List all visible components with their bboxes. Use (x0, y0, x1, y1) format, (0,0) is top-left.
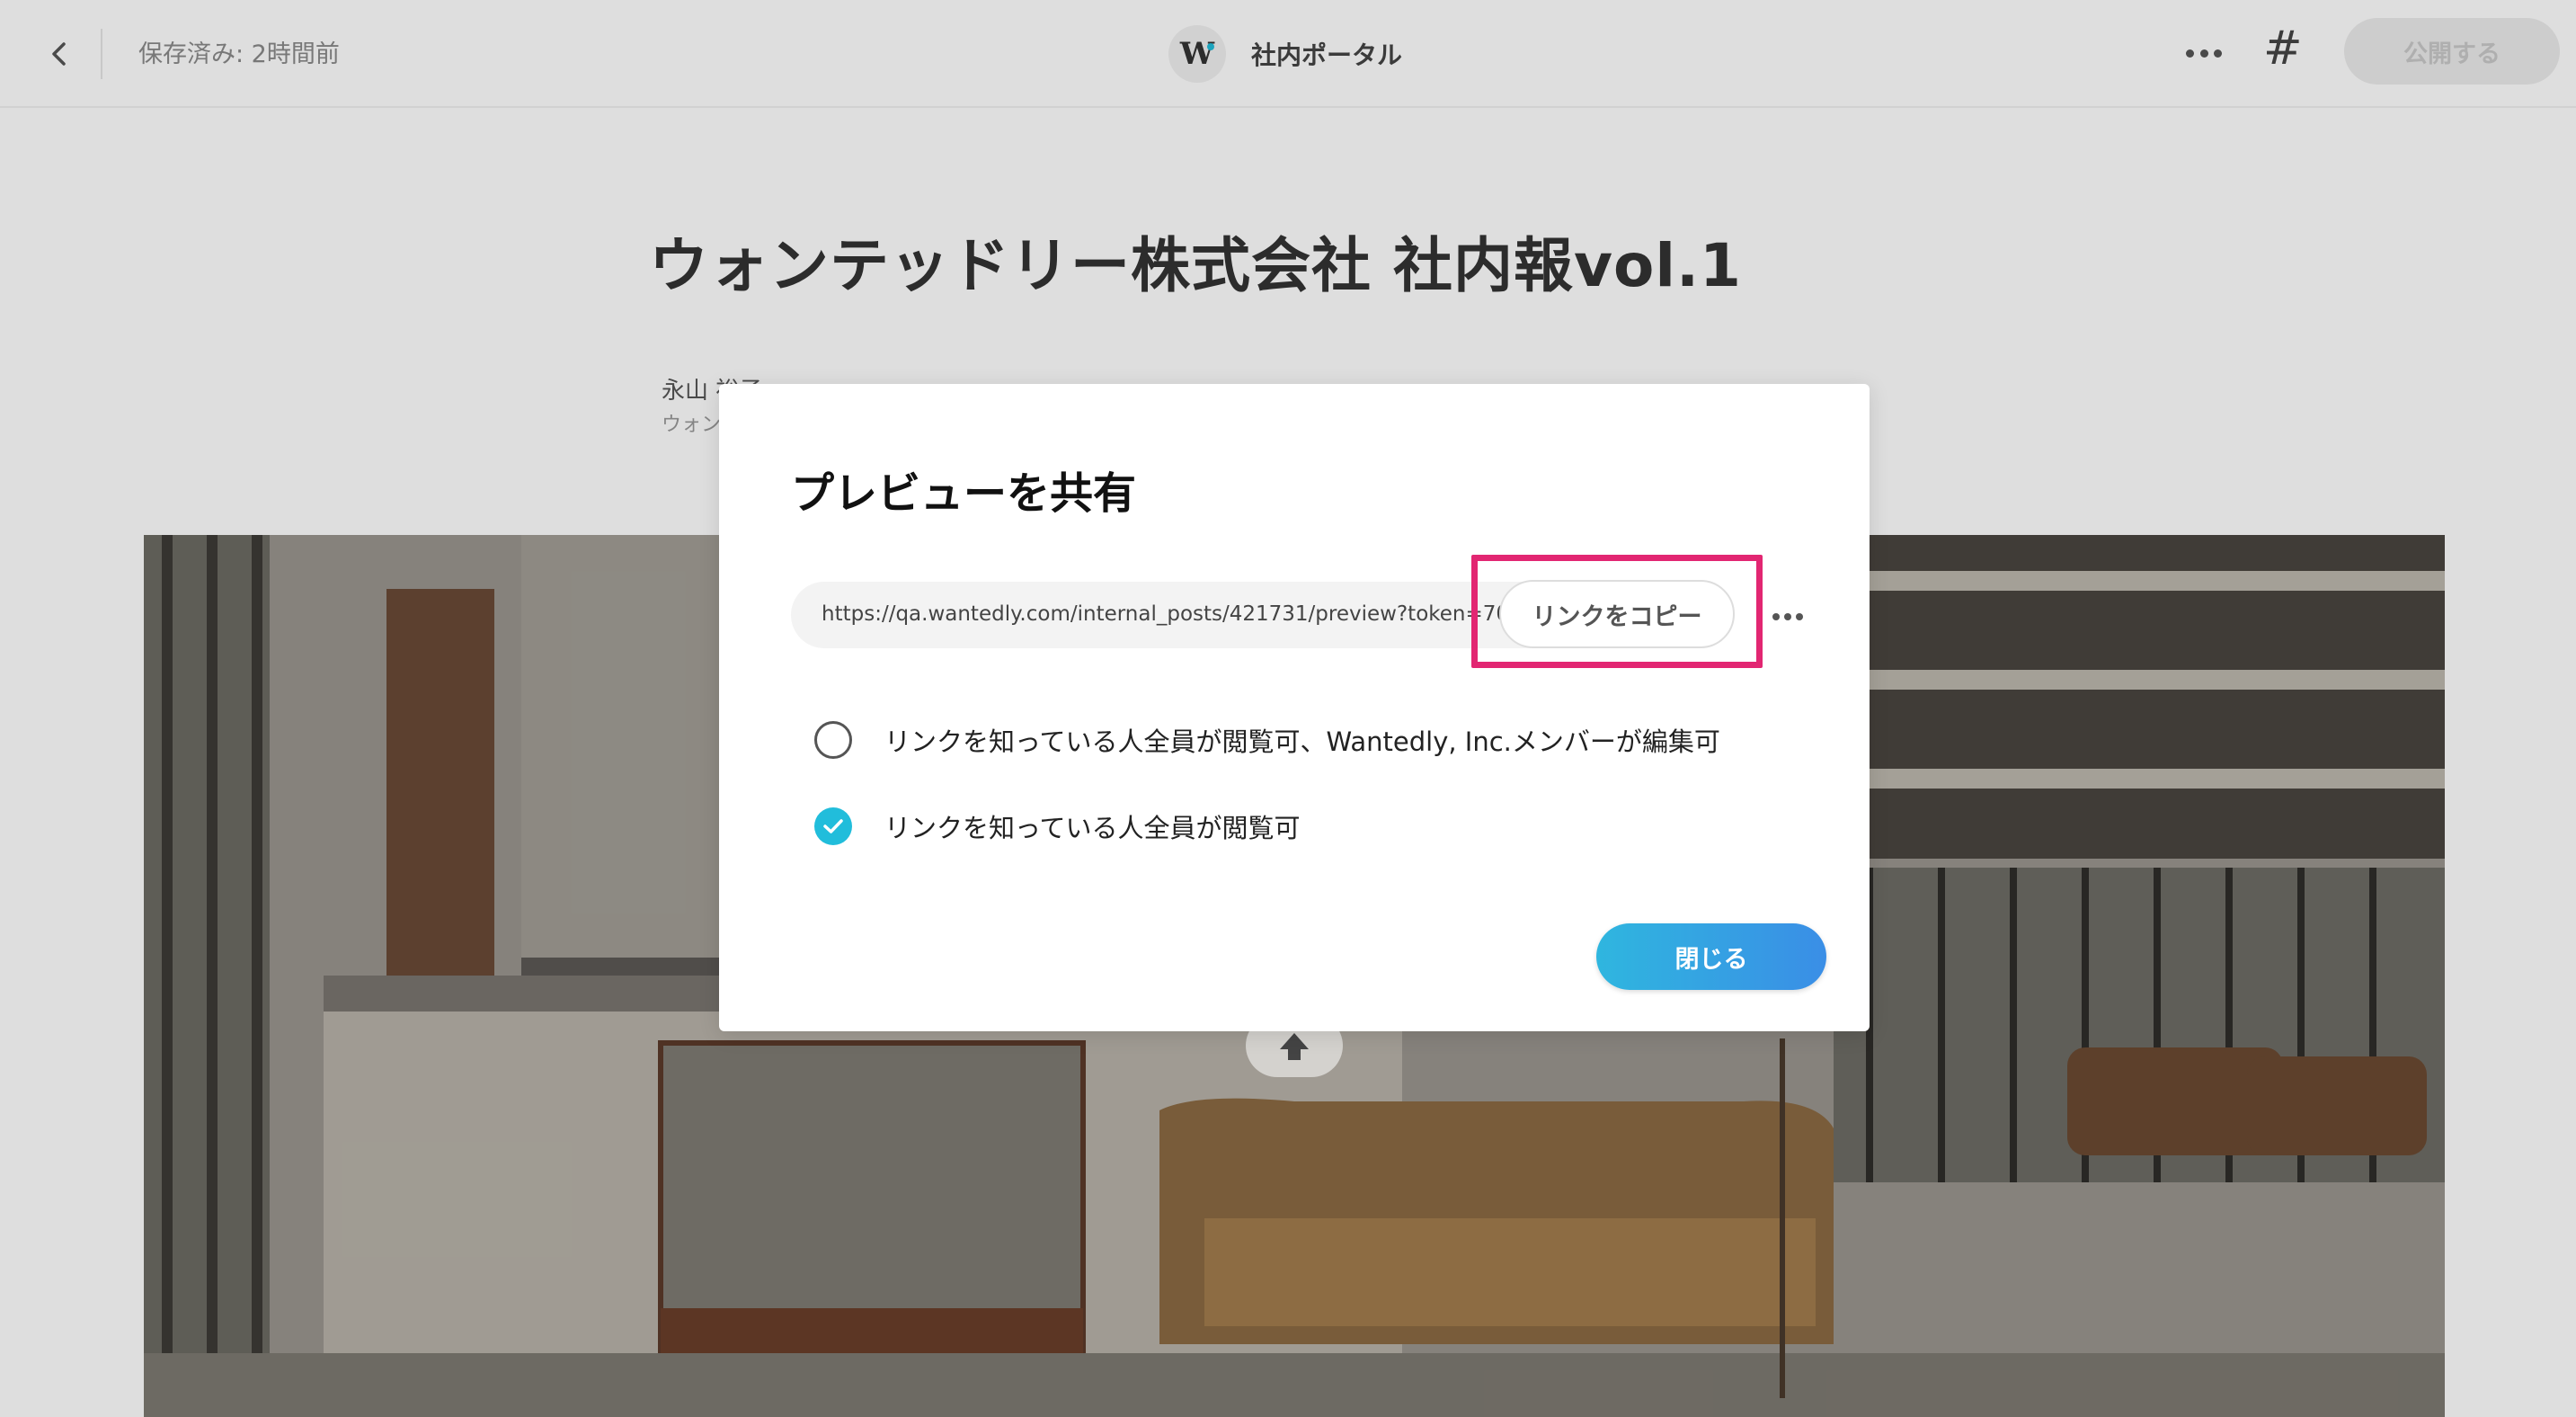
radio-unchecked[interactable] (814, 721, 852, 759)
preview-url-field[interactable]: https://qa.wantedly.com/internal_posts/4… (791, 582, 1564, 648)
permission-option-edit[interactable]: リンクを知っている人全員が閲覧可、Wantedly, Inc.メンバーが編集可 (814, 720, 1720, 760)
more-horizontal-icon[interactable] (1772, 610, 1803, 623)
permission-option-label: リンクを知っている人全員が閲覧可、Wantedly, Inc.メンバーが編集可 (884, 726, 1720, 757)
radio-checked[interactable] (814, 807, 852, 845)
close-button[interactable]: 閉じる (1596, 923, 1826, 990)
check-icon (823, 819, 843, 833)
preview-url-text: https://qa.wantedly.com/internal_posts/4… (822, 602, 1561, 626)
share-preview-modal: プレビューを共有 https://qa.wantedly.com/interna… (719, 384, 1870, 1031)
permission-option-view[interactable]: リンクを知っている人全員が閲覧可 (814, 807, 1301, 846)
modal-title: プレビューを共有 (791, 468, 1137, 519)
highlight-box (1471, 555, 1763, 668)
permission-option-label: リンクを知っている人全員が閲覧可 (884, 813, 1301, 843)
